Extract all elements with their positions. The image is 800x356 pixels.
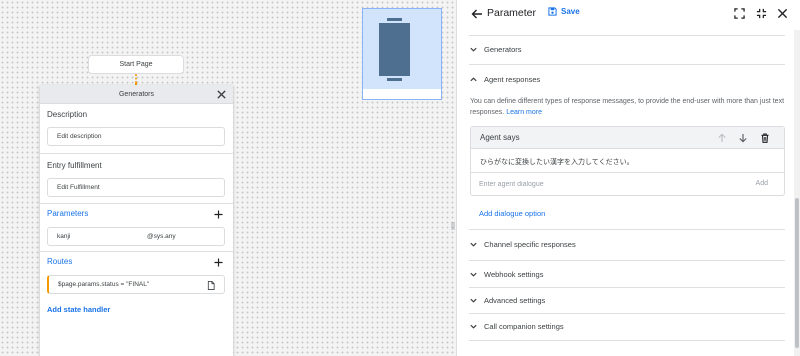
add-state-handler-button[interactable]: Add state handler <box>47 305 110 314</box>
arrow-back-icon[interactable] <box>471 8 483 20</box>
arrow-down-icon[interactable] <box>738 133 748 143</box>
section-channel-specific[interactable]: Channel specific responses <box>469 231 785 257</box>
start-page-label: Start Page <box>119 61 153 68</box>
chevron-up-icon <box>470 76 477 81</box>
section-call-companion[interactable]: Call companion settings <box>469 313 785 339</box>
divider <box>469 64 785 65</box>
section-advanced-settings[interactable]: Advanced settings <box>469 287 785 313</box>
chevron-down-icon <box>470 324 477 329</box>
fullscreen-exit-icon[interactable] <box>756 8 767 19</box>
delete-icon[interactable] <box>760 133 770 143</box>
description-label: Description <box>47 110 88 119</box>
start-page-node[interactable]: Start Page <box>88 55 184 74</box>
section-webhook-settings[interactable]: Webhook settings <box>469 261 785 287</box>
save-icon <box>548 7 557 16</box>
section-generators[interactable]: Generators <box>469 36 785 62</box>
add-dialogue-option-button[interactable]: Add dialogue option <box>479 209 545 218</box>
scrollbar-thumb[interactable] <box>795 198 799 348</box>
panel-title: Parameter <box>487 7 537 19</box>
thumbnail-top-bar <box>387 18 402 21</box>
agent-says-title: Agent says <box>480 133 520 142</box>
section-generators-label: Generators <box>484 44 522 54</box>
edit-fulfillment-field[interactable]: Edit Fulfillment <box>47 178 225 197</box>
chevron-down-icon <box>470 47 477 52</box>
entry-fulfillment-label: Entry fulfillment <box>47 161 102 170</box>
edit-description-text: Edit description <box>57 133 102 140</box>
chevron-down-icon <box>470 298 477 303</box>
divider <box>40 153 233 154</box>
divider <box>40 203 233 204</box>
page-card-header: Generators <box>40 85 233 104</box>
page-card-title: Generators <box>118 90 155 98</box>
add-dialogue-button[interactable]: Add <box>756 180 768 187</box>
divider <box>469 340 785 341</box>
close-icon[interactable] <box>777 8 788 19</box>
parameters-label[interactable]: Parameters <box>47 209 88 218</box>
page-thumbnail[interactable] <box>362 8 442 100</box>
divider <box>469 229 785 230</box>
chevron-down-icon <box>470 242 477 247</box>
add-parameter-plus-icon[interactable] <box>214 210 223 219</box>
chevron-down-icon <box>470 272 477 277</box>
page-card: Generators Description Edit description … <box>40 85 233 356</box>
section-advanced-settings-label: Advanced settings <box>484 295 546 305</box>
learn-more-link[interactable]: Learn more <box>506 109 542 116</box>
section-agent-responses[interactable]: Agent responses <box>469 66 785 92</box>
section-channel-specific-label: Channel specific responses <box>484 239 576 249</box>
divider <box>40 251 233 252</box>
section-webhook-settings-label: Webhook settings <box>484 269 544 279</box>
panel-header: Parameter Save <box>457 0 800 28</box>
arrow-up-icon[interactable] <box>717 133 727 143</box>
thumbnail-bottom-bar <box>387 78 402 81</box>
routes-label[interactable]: Routes <box>47 257 72 266</box>
parameter-name: kanji <box>57 233 71 240</box>
agent-says-card: Agent says ひらがなに変換したい漢字を入力してください。 Add <box>470 126 785 196</box>
parameter-type: @sys.any <box>147 233 176 240</box>
save-button[interactable]: Save <box>548 7 580 16</box>
section-agent-responses-label: Agent responses <box>484 74 541 84</box>
agent-says-header: Agent says <box>471 127 784 149</box>
fullscreen-icon[interactable] <box>734 8 745 19</box>
parameter-row[interactable]: kanji @sys.any <box>47 227 225 246</box>
agent-dialogue-text[interactable]: ひらがなに変換したい漢字を入力してください。 <box>480 157 634 167</box>
thumbnail-shape <box>379 23 410 76</box>
agent-dialogue-input[interactable] <box>479 178 719 190</box>
agent-responses-description: You can define different types of respon… <box>470 96 788 118</box>
edit-fulfillment-text: Edit Fulfillment <box>57 184 100 191</box>
edit-description-field[interactable]: Edit description <box>47 127 225 146</box>
parameter-panel: Parameter Save Generators Agent response… <box>456 0 800 356</box>
file-icon[interactable] <box>207 281 215 290</box>
route-condition: $page.params.status = "FINAL" <box>58 281 150 288</box>
thumbnail-footer <box>363 89 441 99</box>
drag-handle-icon[interactable] <box>451 222 455 230</box>
close-icon[interactable] <box>216 89 227 100</box>
add-route-plus-icon[interactable] <box>214 258 223 267</box>
save-label: Save <box>561 7 580 16</box>
divider <box>471 172 784 173</box>
section-call-companion-label: Call companion settings <box>484 321 564 331</box>
route-row[interactable]: $page.params.status = "FINAL" <box>47 275 225 294</box>
